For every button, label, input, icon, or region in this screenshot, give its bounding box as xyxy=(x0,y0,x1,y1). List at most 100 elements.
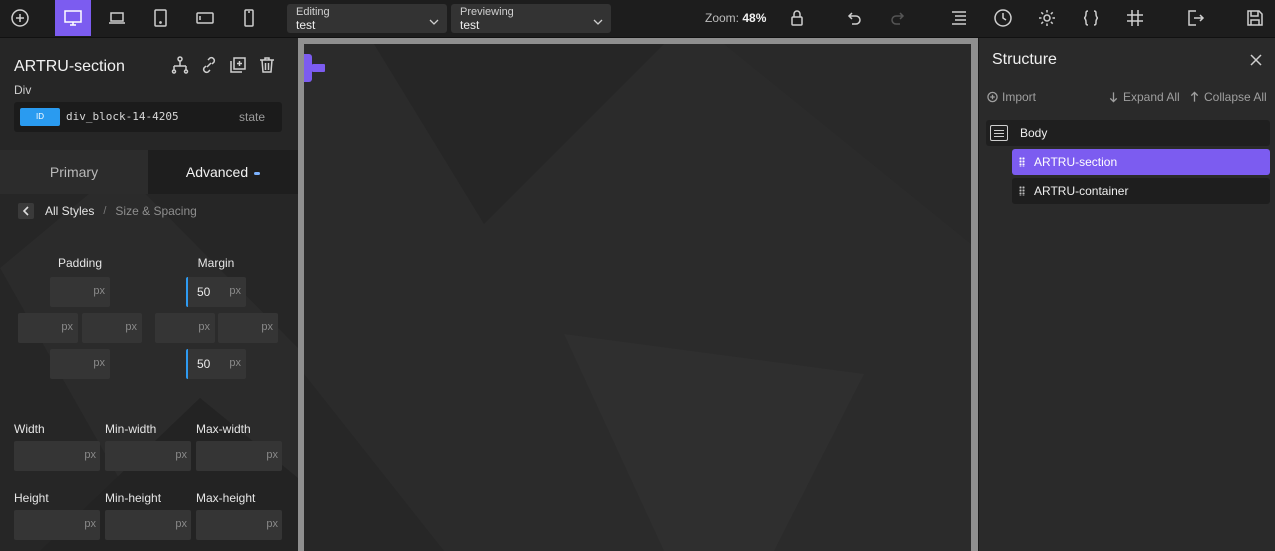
min-width-label: Min-width xyxy=(105,422,157,436)
drag-grip-icon[interactable] xyxy=(1019,157,1025,167)
element-properties-panel: ARTRU-section Div ID div_block-14-4205 s… xyxy=(0,38,298,551)
history-icon xyxy=(994,9,1012,27)
close-structure-button[interactable] xyxy=(1249,53,1263,67)
device-laptop-button[interactable] xyxy=(99,0,135,36)
selected-element-tag[interactable] xyxy=(312,64,325,72)
min-width-input[interactable]: px xyxy=(105,441,191,471)
save-button[interactable] xyxy=(1237,0,1273,36)
trash-icon xyxy=(260,57,274,73)
laptop-icon xyxy=(109,12,125,24)
arrow-down-icon xyxy=(1109,92,1118,103)
modified-indicator-icon xyxy=(254,171,261,175)
editing-dropdown[interactable]: Editing test xyxy=(287,4,447,33)
collapse-all-button[interactable]: Collapse All xyxy=(1189,90,1267,104)
panel-tabs: Primary Advanced xyxy=(0,150,298,194)
device-tablet-landscape-button[interactable] xyxy=(187,0,223,36)
max-width-input[interactable]: px xyxy=(196,441,282,471)
element-type: Div xyxy=(14,83,32,97)
margin-left-input[interactable]: px xyxy=(155,313,215,343)
close-icon xyxy=(1250,54,1262,66)
margin-top-value: 50 xyxy=(197,285,211,299)
breadcrumb-current: Size & Spacing xyxy=(115,204,197,218)
add-element-button[interactable] xyxy=(2,0,38,36)
chevron-down-icon xyxy=(429,19,439,25)
tab-advanced[interactable]: Advanced xyxy=(148,150,298,194)
margin-heading: Margin xyxy=(197,256,235,270)
settings-button[interactable] xyxy=(1029,0,1065,36)
grid-button[interactable] xyxy=(1117,0,1153,36)
editing-value: test xyxy=(296,18,316,32)
code-button[interactable] xyxy=(1073,0,1109,36)
structure-icon xyxy=(952,11,966,25)
drag-grip-icon[interactable] xyxy=(1019,186,1025,196)
delete-button[interactable] xyxy=(257,55,277,78)
breadcrumb-separator: / xyxy=(103,205,107,217)
unit-label: px xyxy=(229,285,241,297)
padding-top-input[interactable]: px xyxy=(50,277,110,307)
undo-icon xyxy=(847,12,861,25)
previewing-value: test xyxy=(460,18,480,32)
width-input[interactable]: px xyxy=(14,441,100,471)
tree-item-artru-section[interactable]: ARTRU-section xyxy=(1012,149,1270,175)
history-button[interactable] xyxy=(985,0,1021,36)
arrow-up-icon xyxy=(1190,91,1199,102)
code-braces-icon xyxy=(1083,10,1099,26)
unit-label: px xyxy=(198,321,210,333)
undo-button[interactable] xyxy=(836,0,872,36)
settings-icon xyxy=(1039,10,1055,26)
margin-bottom-input[interactable]: 50 px xyxy=(186,349,246,379)
desktop-icon xyxy=(64,10,82,26)
tab-advanced-label: Advanced xyxy=(185,164,249,180)
link-button[interactable] xyxy=(199,55,219,78)
editing-label: Editing xyxy=(296,6,330,18)
section-drag-handle[interactable] xyxy=(304,54,312,82)
padding-left-input[interactable]: px xyxy=(18,313,78,343)
expand-all-label: Expand All xyxy=(1123,90,1180,104)
device-tablet-button[interactable] xyxy=(142,0,178,36)
structure-tree-icon xyxy=(171,56,189,74)
import-label: Import xyxy=(1002,90,1037,104)
tree-item-label: ARTRU-container xyxy=(1034,184,1129,198)
expand-all-button[interactable]: Expand All xyxy=(1108,90,1180,104)
padding-right-input[interactable]: px xyxy=(82,313,142,343)
selector-row[interactable]: ID div_block-14-4205 state xyxy=(14,102,282,132)
min-height-input[interactable]: px xyxy=(105,510,191,540)
tab-primary-label: Primary xyxy=(49,164,99,180)
device-mobile-button[interactable] xyxy=(231,0,267,36)
import-button[interactable]: Import xyxy=(987,90,1036,104)
state-selector[interactable]: state xyxy=(239,110,265,124)
plus-circle-icon xyxy=(11,9,29,27)
structure-toggle-button[interactable] xyxy=(941,0,977,36)
tablet-icon xyxy=(154,9,167,27)
zoom-indicator: Zoom: 48% xyxy=(705,11,766,25)
back-button[interactable] xyxy=(18,203,34,219)
tree-item-body[interactable]: Body xyxy=(986,120,1270,146)
duplicate-icon xyxy=(230,57,246,73)
tree-item-artru-container[interactable]: ARTRU-container xyxy=(1012,178,1270,204)
margin-right-input[interactable]: px xyxy=(218,313,278,343)
unit-label: px xyxy=(266,518,278,530)
margin-top-input[interactable]: 50 px xyxy=(186,277,246,307)
element-title: ARTRU-section xyxy=(14,58,125,75)
previewing-dropdown[interactable]: Previewing test xyxy=(451,4,611,33)
design-canvas[interactable] xyxy=(304,44,971,551)
zoom-value: 48% xyxy=(742,11,767,25)
id-badge[interactable]: ID xyxy=(20,108,60,126)
height-input[interactable]: px xyxy=(14,510,100,540)
unit-label: px xyxy=(266,449,278,461)
duplicate-button[interactable] xyxy=(228,55,248,78)
breadcrumb-all-styles[interactable]: All Styles xyxy=(45,204,94,218)
selector-name[interactable]: div_block-14-4205 xyxy=(66,110,179,123)
exit-button[interactable] xyxy=(1177,0,1213,36)
link-icon xyxy=(202,56,216,74)
tab-primary[interactable]: Primary xyxy=(0,150,148,194)
max-height-input[interactable]: px xyxy=(196,510,282,540)
device-desktop-button[interactable] xyxy=(55,0,91,36)
structure-tree-button[interactable] xyxy=(170,55,190,78)
lock-button[interactable] xyxy=(779,0,815,36)
tree-item-label: Body xyxy=(1020,126,1048,140)
padding-bottom-input[interactable]: px xyxy=(50,349,110,379)
unit-label: px xyxy=(84,449,96,461)
min-height-label: Min-height xyxy=(105,491,162,505)
redo-button[interactable] xyxy=(880,0,916,36)
